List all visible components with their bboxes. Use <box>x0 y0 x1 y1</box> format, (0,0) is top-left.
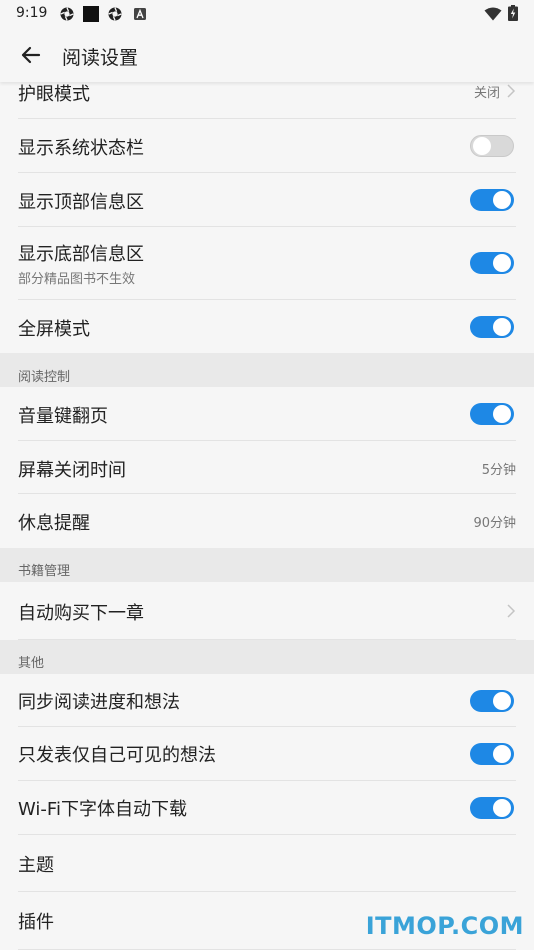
aperture-icon <box>60 7 74 21</box>
setting-label: 休息提醒 <box>18 513 90 534</box>
setting-row-volume-page[interactable]: 音量键翻页 <box>0 387 534 441</box>
setting-label: 音量键翻页 <box>18 406 108 427</box>
setting-row-fullscreen[interactable]: 全屏模式 <box>0 300 534 353</box>
setting-value: 90分钟 <box>473 516 516 531</box>
setting-row-auto-buy[interactable]: 自动购买下一章 <box>0 582 534 640</box>
section-header-books: 书籍管理 <box>0 548 534 582</box>
section-title: 阅读控制 <box>18 370 71 385</box>
watermark: ITMOP.COM <box>365 912 524 940</box>
setting-label: 自动购买下一章 <box>18 603 144 624</box>
top-info-toggle[interactable] <box>470 189 514 211</box>
setting-row-rest-reminder[interactable]: 休息提醒 90分钟 <box>0 494 534 548</box>
setting-label: Wi-Fi下字体自动下载 <box>18 799 187 820</box>
section-header-reading: 阅读控制 <box>0 353 534 387</box>
app-bar: 阅读设置 <box>0 28 534 82</box>
setting-row-screen-off[interactable]: 屏幕关闭时间 5分钟 <box>0 441 534 494</box>
status-bar: 9:19 <box>0 0 534 28</box>
wifi-icon <box>484 7 502 21</box>
toggle-knob <box>493 191 511 209</box>
setting-row-theme[interactable]: 主题 <box>0 835 534 892</box>
toggle-knob <box>493 318 511 336</box>
setting-label: 插件 <box>18 912 54 933</box>
toggle-knob <box>493 405 511 423</box>
sync-progress-toggle[interactable] <box>470 690 514 712</box>
chevron-right-icon <box>507 84 516 98</box>
setting-label: 屏幕关闭时间 <box>18 460 126 481</box>
status-bar-toggle[interactable] <box>470 135 514 157</box>
setting-label: 只发表仅自己可见的想法 <box>18 745 216 766</box>
section-title: 其他 <box>18 656 45 671</box>
setting-label: 同步阅读进度和想法 <box>18 692 180 713</box>
setting-value: 关闭 <box>473 86 500 101</box>
setting-label: 全屏模式 <box>18 319 90 340</box>
toggle-knob <box>493 254 511 272</box>
setting-label: 显示底部信息区 <box>18 244 144 265</box>
setting-label: 主题 <box>18 855 54 876</box>
setting-value: 5分钟 <box>481 463 516 478</box>
section-title: 书籍管理 <box>18 564 71 579</box>
setting-label: 护眼模式 <box>18 84 90 105</box>
square-icon <box>83 6 99 22</box>
toggle-knob <box>493 692 511 710</box>
toggle-knob <box>493 745 511 763</box>
publish-private-toggle[interactable] <box>470 743 514 765</box>
arrow-left-icon[interactable] <box>18 42 44 68</box>
aperture-icon <box>108 7 122 21</box>
setting-sublabel: 部分精品图书不生效 <box>18 272 136 287</box>
setting-row-show-status-bar[interactable]: 显示系统状态栏 <box>0 119 534 173</box>
chevron-right-icon <box>507 604 516 618</box>
volume-page-toggle[interactable] <box>470 403 514 425</box>
fullscreen-toggle[interactable] <box>470 316 514 338</box>
section-header-other: 其他 <box>0 640 534 674</box>
bottom-info-toggle[interactable] <box>470 252 514 274</box>
battery-charging-icon <box>508 5 518 21</box>
setting-row-publish-private[interactable]: 只发表仅自己可见的想法 <box>0 727 534 781</box>
status-time: 9:19 <box>16 5 48 21</box>
setting-row-wifi-font-download[interactable]: Wi-Fi下字体自动下载 <box>0 781 534 835</box>
setting-row-sync-progress[interactable]: 同步阅读进度和想法 <box>0 674 534 727</box>
a-badge-icon <box>134 8 146 20</box>
toggle-knob <box>473 137 491 155</box>
setting-row-show-bottom-info[interactable]: 显示底部信息区 部分精品图书不生效 <box>0 227 534 300</box>
wifi-font-toggle[interactable] <box>470 797 514 819</box>
setting-label: 显示顶部信息区 <box>18 192 144 213</box>
toggle-knob <box>493 799 511 817</box>
page-title: 阅读设置 <box>62 47 139 69</box>
setting-row-show-top-info[interactable]: 显示顶部信息区 <box>0 173 534 227</box>
setting-label: 显示系统状态栏 <box>18 138 144 159</box>
